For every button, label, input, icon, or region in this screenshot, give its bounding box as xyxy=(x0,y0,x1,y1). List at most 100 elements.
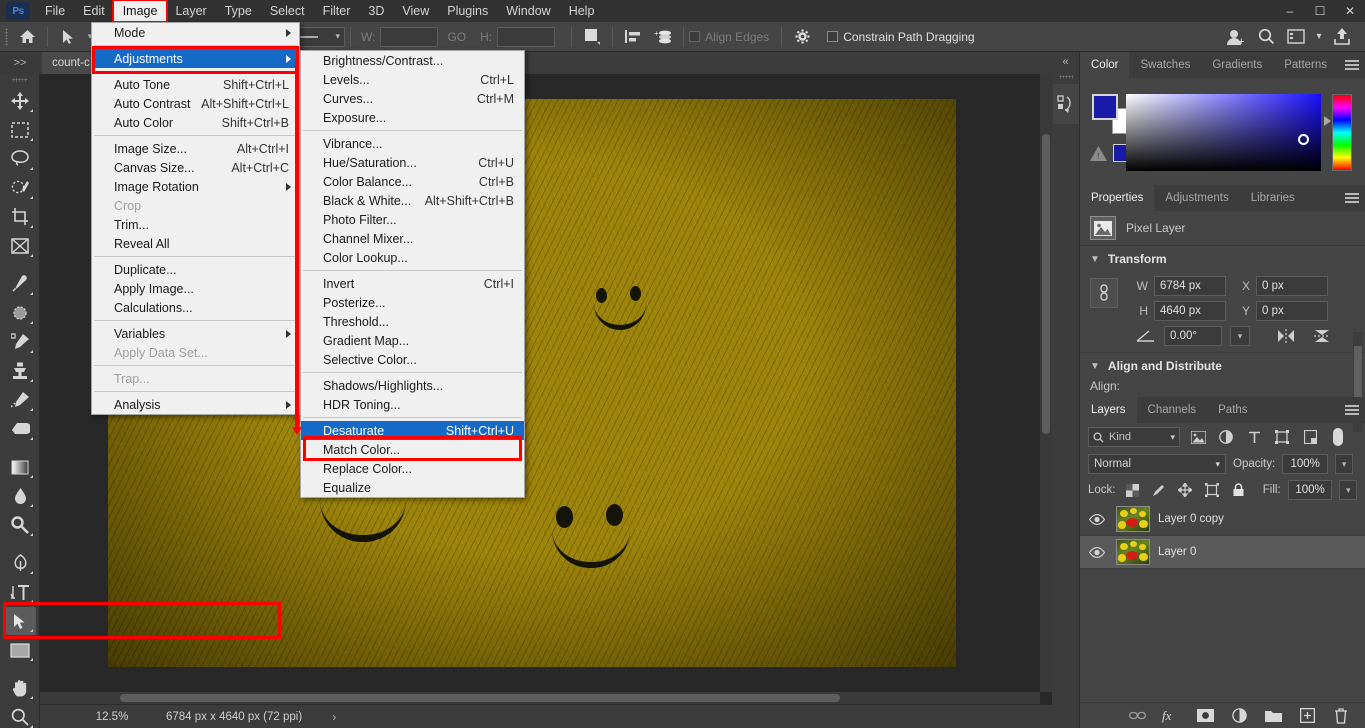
tab-color[interactable]: Color xyxy=(1080,52,1129,78)
pen-tool[interactable] xyxy=(4,549,36,577)
menu-item-hdr-toning[interactable]: HDR Toning... xyxy=(301,395,524,414)
menubar-item-filter[interactable]: Filter xyxy=(314,1,360,21)
menu-item-duplicate[interactable]: Duplicate... xyxy=(92,260,299,279)
filter-toggle-switch[interactable] xyxy=(1328,427,1348,447)
menu-item-mode[interactable]: Mode xyxy=(92,23,299,42)
tab-properties[interactable]: Properties xyxy=(1080,185,1154,211)
hand-tool[interactable] xyxy=(4,674,36,702)
lasso-tool[interactable] xyxy=(4,145,36,173)
angle-input[interactable]: 0.00° xyxy=(1164,326,1222,346)
menu-item-posterize[interactable]: Posterize... xyxy=(301,293,524,312)
menubar-item-view[interactable]: View xyxy=(393,1,438,21)
move-tool[interactable] xyxy=(4,87,36,115)
layer-style-fx-icon[interactable]: fx xyxy=(1161,706,1181,726)
menu-item-black-white[interactable]: Black & White...Alt+Shift+Ctrl+B xyxy=(301,191,524,210)
opacity-dropdown-icon[interactable]: ▾ xyxy=(1335,454,1353,474)
new-layer-icon[interactable] xyxy=(1297,706,1317,726)
clone-stamp-tool[interactable] xyxy=(4,357,36,385)
zoom-level-field[interactable]: 12.5% xyxy=(78,708,146,726)
color-panel-foreground-swatch[interactable] xyxy=(1092,94,1118,120)
menu-item-trim[interactable]: Trim... xyxy=(92,215,299,234)
dock-collapse-button[interactable]: « xyxy=(1052,52,1079,72)
align-edges-checkbox[interactable]: Align Edges xyxy=(689,30,769,44)
new-group-icon[interactable] xyxy=(1263,706,1283,726)
close-button[interactable]: ✕ xyxy=(1335,0,1365,22)
menu-item-reveal-all[interactable]: Reveal All xyxy=(92,234,299,253)
workspace-icon[interactable] xyxy=(1281,22,1311,52)
menubar-item-edit[interactable]: Edit xyxy=(74,1,114,21)
menubar-item-select[interactable]: Select xyxy=(261,1,314,21)
menu-item-apply-image[interactable]: Apply Image... xyxy=(92,279,299,298)
gear-icon[interactable] xyxy=(787,22,817,52)
menubar-item-image[interactable]: Image xyxy=(114,1,167,21)
quick-selection-tool[interactable] xyxy=(4,174,36,202)
blend-mode-select[interactable]: Normal ▾ xyxy=(1088,454,1226,474)
menu-item-analysis[interactable]: Analysis xyxy=(92,395,299,414)
menu-item-color-balance[interactable]: Color Balance...Ctrl+B xyxy=(301,172,524,191)
menubar-item-file[interactable]: File xyxy=(36,1,74,21)
tab-patterns[interactable]: Patterns xyxy=(1273,52,1338,78)
layer-thumbnail[interactable] xyxy=(1116,506,1150,532)
menu-item-shadows-highlights[interactable]: Shadows/Highlights... xyxy=(301,376,524,395)
blur-tool[interactable] xyxy=(4,482,36,510)
menubar-item-plugins[interactable]: Plugins xyxy=(438,1,497,21)
canvas-horizontal-scroll-thumb[interactable] xyxy=(120,694,840,702)
canvas-vertical-scroll-thumb[interactable] xyxy=(1042,134,1050,434)
color-panel-menu-icon[interactable] xyxy=(1345,52,1359,78)
menu-item-auto-tone[interactable]: Auto ToneShift+Ctrl+L xyxy=(92,75,299,94)
fill-value[interactable]: 100% xyxy=(1288,480,1333,500)
delete-layer-icon[interactable] xyxy=(1331,706,1351,726)
menu-item-invert[interactable]: InvertCtrl+I xyxy=(301,274,524,293)
minimize-button[interactable]: – xyxy=(1275,0,1305,22)
color-spectrum-field[interactable] xyxy=(1126,94,1321,171)
home-icon[interactable] xyxy=(12,22,42,52)
menu-item-levels[interactable]: Levels...Ctrl+L xyxy=(301,70,524,89)
x-input[interactable]: 0 px xyxy=(1256,276,1328,296)
menu-item-calculations[interactable]: Calculations... xyxy=(92,298,299,317)
layer-filter-kind-select[interactable]: Kind ▾ xyxy=(1088,427,1180,447)
menu-item-auto-contrast[interactable]: Auto ContrastAlt+Shift+Ctrl+L xyxy=(92,94,299,113)
image-menu-dropdown[interactable]: Mode Adjustments Auto ToneShift+Ctrl+LAuto… xyxy=(91,22,300,415)
pixel-filter-icon[interactable] xyxy=(1188,427,1208,447)
align-distribute-section-header[interactable]: ▼ Align and Distribute xyxy=(1080,353,1365,379)
menu-item-vibrance[interactable]: Vibrance... xyxy=(301,134,524,153)
menu-item-adjustments[interactable]: Adjustments xyxy=(92,49,299,68)
new-adjustment-layer-icon[interactable] xyxy=(1229,706,1249,726)
constrain-path-dragging-checkbox[interactable]: Constrain Path Dragging xyxy=(827,30,974,44)
link-dimensions-icon[interactable]: GO xyxy=(447,30,466,44)
lock-position-icon[interactable] xyxy=(1175,480,1194,500)
menu-item-equalize[interactable]: Equalize xyxy=(301,478,524,497)
tab-gradients[interactable]: Gradients xyxy=(1201,52,1273,78)
tab-paths[interactable]: Paths xyxy=(1207,397,1258,423)
menu-item-image-rotation[interactable]: Image Rotation xyxy=(92,177,299,196)
shape-filter-icon[interactable] xyxy=(1272,427,1292,447)
fill-dropdown-icon[interactable]: ▾ xyxy=(1339,480,1357,500)
status-expand-arrow[interactable]: › xyxy=(332,710,336,724)
menu-item-photo-filter[interactable]: Photo Filter... xyxy=(301,210,524,229)
path-selection-tool[interactable] xyxy=(4,607,36,635)
color-picker-handle[interactable] xyxy=(1298,134,1309,145)
menubar-item-window[interactable]: Window xyxy=(497,1,559,21)
frame-tool[interactable] xyxy=(4,232,36,260)
tab-adjustments[interactable]: Adjustments xyxy=(1154,185,1239,211)
add-layer-mask-icon[interactable] xyxy=(1195,706,1215,726)
gradient-tool[interactable] xyxy=(4,453,36,481)
options-bar-grip[interactable] xyxy=(0,22,12,52)
spot-healing-brush-tool[interactable] xyxy=(4,299,36,327)
layers-panel-menu-icon[interactable] xyxy=(1345,397,1359,423)
menu-item-gradient-map[interactable]: Gradient Map... xyxy=(301,331,524,350)
toolbar-grip[interactable] xyxy=(0,74,39,86)
menu-item-desaturate[interactable]: DesaturateShift+Ctrl+U xyxy=(301,421,524,440)
lock-image-pixels-icon[interactable] xyxy=(1149,480,1168,500)
menubar-item-type[interactable]: Type xyxy=(216,1,261,21)
rectangular-marquee-tool[interactable] xyxy=(4,116,36,144)
width-input[interactable] xyxy=(380,27,438,47)
layer-visibility-eye-icon[interactable] xyxy=(1086,514,1108,525)
lock-all-icon[interactable] xyxy=(1228,480,1247,500)
menu-item-variables[interactable]: Variables xyxy=(92,324,299,343)
menubar-item-help[interactable]: Help xyxy=(560,1,604,21)
lock-artboard-icon[interactable] xyxy=(1202,480,1221,500)
canvas-vertical-scrollbar[interactable] xyxy=(1040,74,1052,692)
angle-dropdown-icon[interactable]: ▾ xyxy=(1230,326,1250,346)
layer-thumbnail[interactable] xyxy=(1116,539,1150,565)
